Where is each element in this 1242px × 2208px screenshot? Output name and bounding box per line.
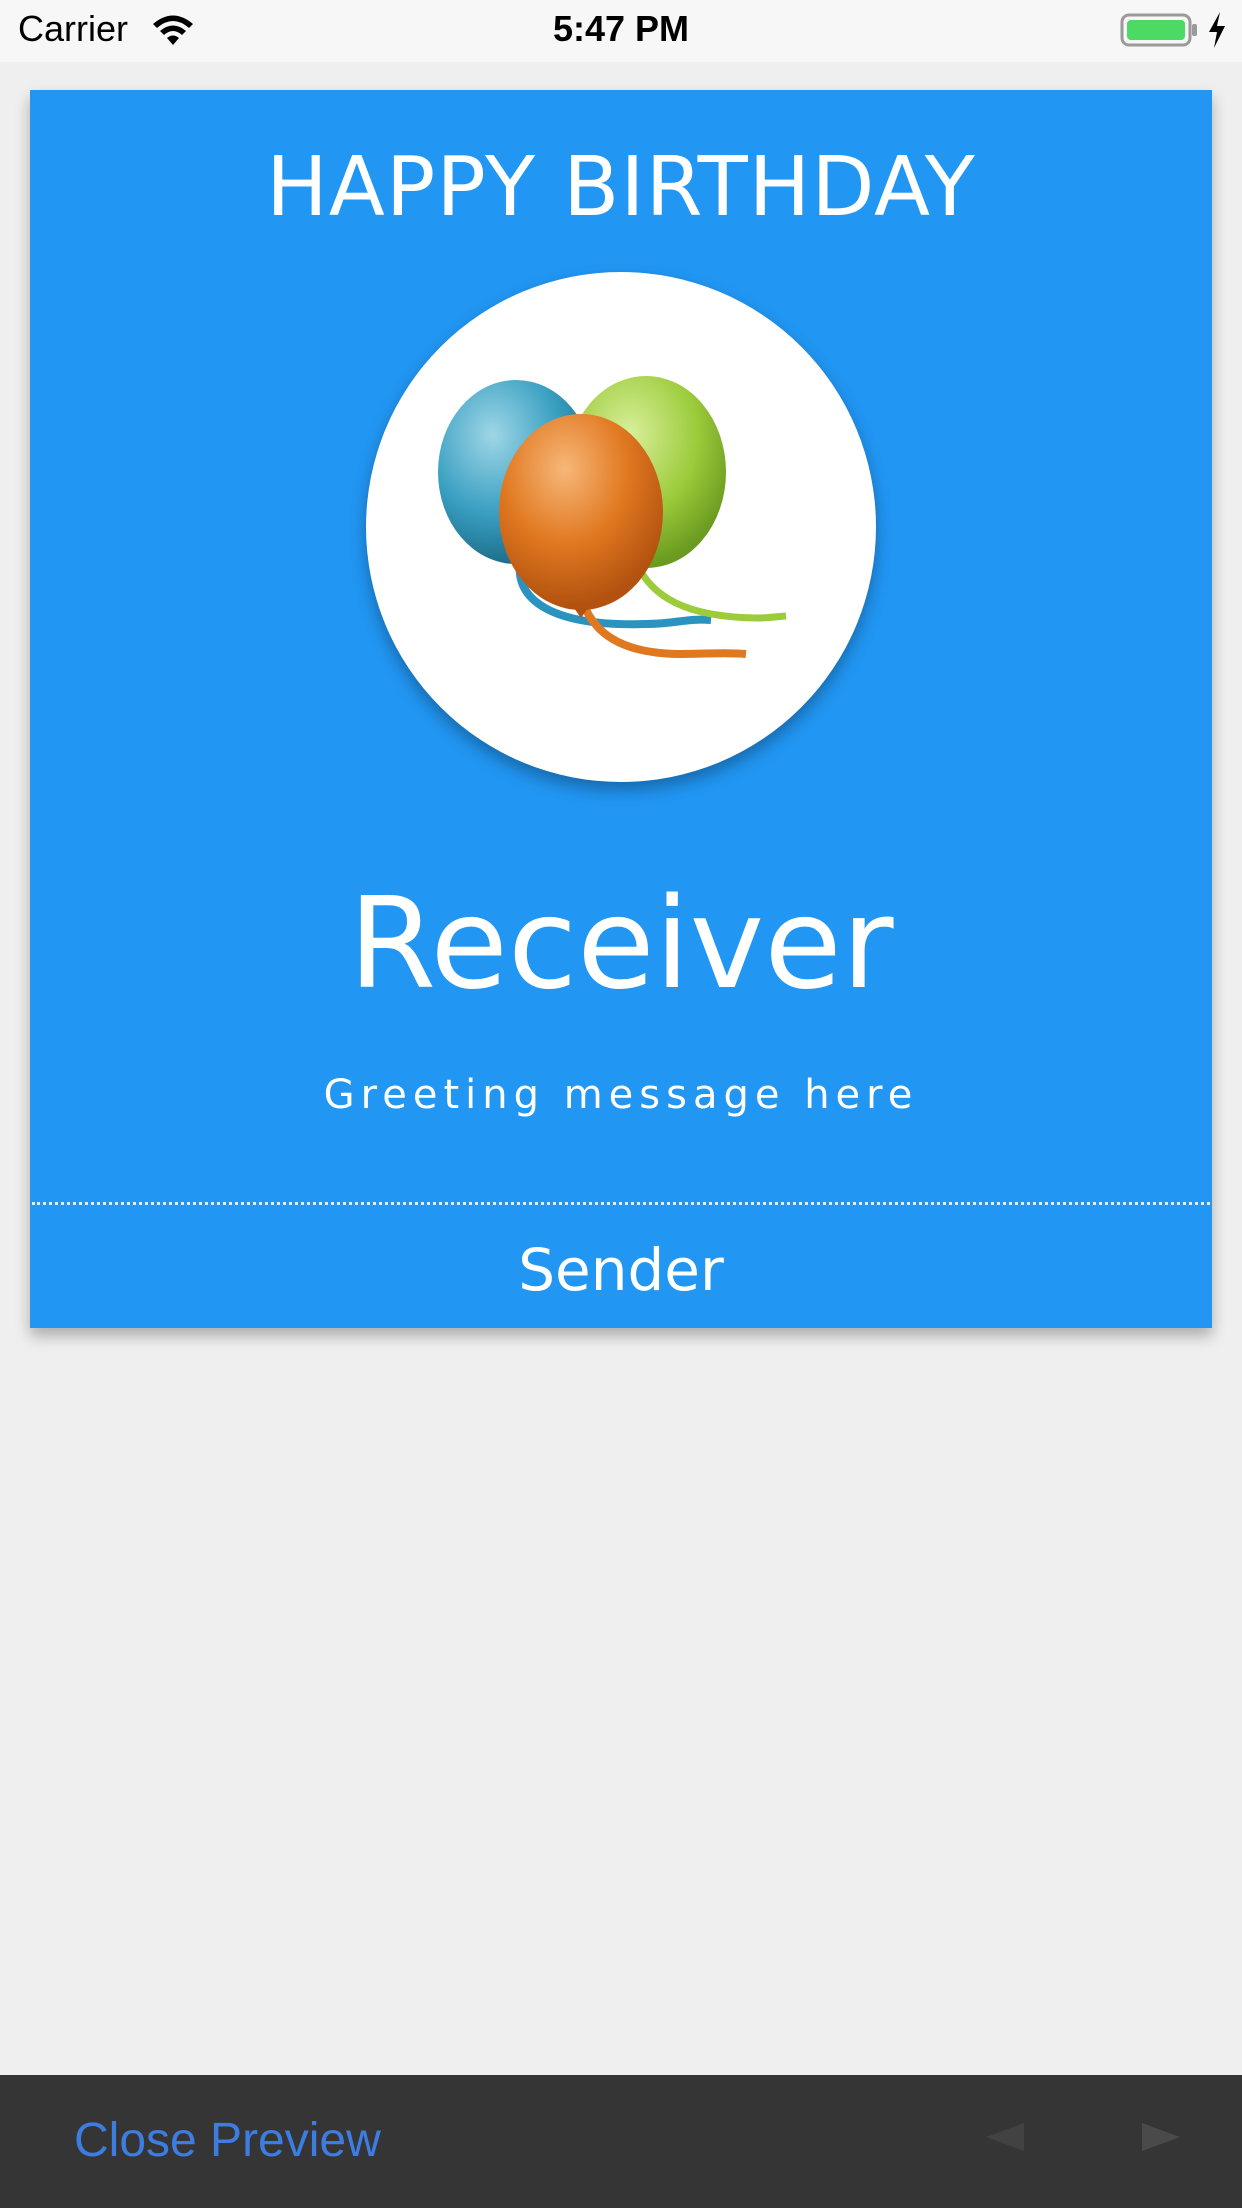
birthday-card: HAPPY BIRTHDAY Receiver Greeting message… — [30, 90, 1212, 1328]
triangle-right-icon[interactable] — [1140, 2113, 1182, 2161]
sender-name: Sender — [518, 1236, 724, 1304]
triangle-left-icon[interactable] — [984, 2113, 1026, 2161]
receiver-name: Receiver — [348, 870, 894, 1017]
card-image-circle — [366, 272, 876, 782]
card-title: HAPPY BIRTHDAY — [266, 140, 976, 235]
status-time: 5:47 PM — [552, 8, 690, 49]
card-divider — [32, 1202, 1210, 1205]
status-bar: Carrier 5:47 PM — [0, 0, 1242, 62]
bottom-toolbar: Close Preview — [0, 2075, 1242, 2208]
balloons-icon — [438, 376, 787, 659]
charging-icon — [1209, 12, 1225, 48]
battery-icon — [1120, 13, 1197, 47]
greeting-message: Greeting message here — [323, 1072, 919, 1118]
close-preview-button[interactable]: Close Preview — [74, 2113, 381, 2168]
